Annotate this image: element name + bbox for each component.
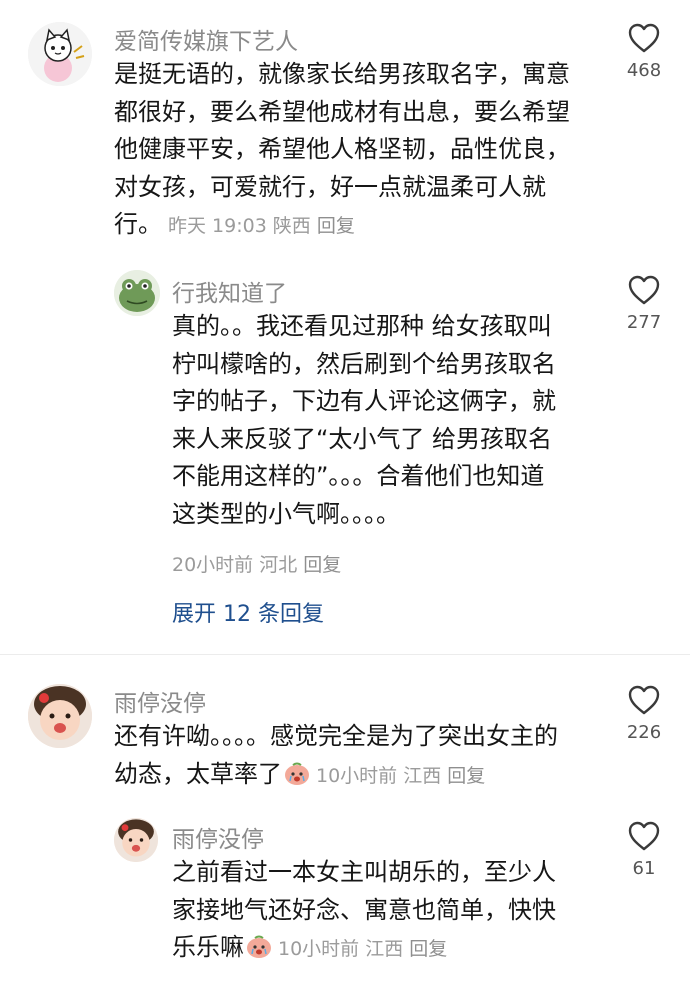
comment-text-line-last: 幼态，太草率了 10小时前 江西 回复 (114, 756, 558, 796)
divider (0, 654, 690, 655)
comment-time: 10小时前 (278, 938, 360, 960)
like-count: 277 (626, 312, 662, 333)
expand-replies-link[interactable]: 展开 12 条回复 (172, 596, 324, 628)
comment-text-tail: 乐乐嘛 (172, 933, 244, 961)
heart-outline-icon (628, 275, 660, 305)
comment-text-line: 这类型的小气啊。。。。 (172, 499, 400, 528)
like-count: 468 (626, 60, 662, 81)
comment-time: 10小时前 (316, 764, 398, 787)
comment-author[interactable]: 雨停没停 (114, 684, 206, 718)
reply-comment-2: 雨停没停 之前看过一本女主叫胡乐的，至少人 家接地气还好念、寓意也简单，快快 乐… (0, 812, 690, 983)
comment-text: 还有许呦。。。。感觉完全是为了突出女主的 幼态，太草率了 10小时前 江西 回复 (114, 718, 558, 795)
comment-text-line: 之前看过一本女主叫胡乐的，至少人 (172, 858, 556, 886)
like-count: 226 (626, 722, 662, 743)
comment-text-line-last: 行。 昨天 19:03 陕西 回复 (114, 206, 570, 246)
comment-text-line: 不能用这样的”。。。合着他们也知道 (172, 462, 545, 490)
like-count: 61 (632, 858, 656, 879)
comment-location: 河北 (259, 554, 298, 576)
comment-text-line: 柠叫檬啥的，然后刷到个给男孩取名 (172, 349, 556, 378)
girl-avatar-icon (114, 818, 158, 862)
like-button[interactable]: 468 (614, 22, 674, 81)
crying-face-emoji-icon (284, 760, 310, 785)
comment-text: 之前看过一本女主叫胡乐的，至少人 家接地气还好念、寓意也简单，快快 乐乐嘛 10小… (172, 854, 556, 969)
comment-text-line: 字的帖子，下边有人评论这俩字，就 (172, 387, 556, 415)
comment-meta: 20小时前 河北 回复 (172, 550, 341, 577)
comment-text-line: 还有许呦。。。。感觉完全是为了突出女主的 (114, 722, 558, 750)
avatar-cat[interactable] (28, 22, 92, 86)
comment-text-line-last: 乐乐嘛 10小时前 江西 回复 (172, 929, 556, 969)
comment-location: 陕西 (272, 215, 311, 237)
reply-button[interactable]: 回复 (447, 765, 485, 787)
frog-avatar-icon (114, 270, 160, 316)
crying-face-emoji-icon (246, 933, 272, 958)
comment-text: 是挺无语的，就像家长给男孩取名字，寓意 都很好，要么希望他成材有出息，要么希望 … (114, 56, 570, 246)
comment-text-line: 对女孩，可爱就行，好一点就温柔可人就 (114, 172, 546, 201)
comment-text-line: 家接地气还好念、寓意也简单，快快 (172, 895, 556, 924)
comment-text: 真的。。我还看见过那种 给女孩取叫 柠叫檬啥的，然后刷到个给男孩取名 字的帖子，… (172, 308, 556, 533)
avatar-frog[interactable] (114, 270, 160, 316)
comment-text-line: 都很好，要么希望他成材有出息，要么希望 (114, 97, 570, 126)
like-button[interactable]: 61 (614, 820, 674, 879)
comment-text-line: 是挺无语的，就像家长给男孩取名字，寓意 (114, 60, 570, 88)
avatar-girl[interactable] (28, 684, 92, 748)
comment-text-tail: 行。 (114, 210, 162, 238)
comment-1: 爱简传媒旗下艺人 是挺无语的，就像家长给男孩取名字，寓意 都很好，要么希望他成材… (0, 0, 690, 260)
heart-outline-icon (628, 23, 660, 53)
girl-avatar-icon (28, 684, 92, 748)
comment-time: 昨天 19:03 (168, 215, 267, 237)
comment-2: 雨停没停 还有许呦。。。。感觉完全是为了突出女主的 幼态，太草率了 10小时前 江西… (0, 672, 690, 812)
comment-author[interactable]: 行我知道了 (172, 274, 287, 308)
comment-meta: 10小时前 江西 回复 (278, 938, 447, 960)
comment-text-line: 他健康平安，希望他人格坚韧，品性优良， (114, 135, 570, 163)
heart-outline-icon (628, 821, 660, 851)
comment-time: 20小时前 (172, 554, 254, 576)
comment-location: 江西 (403, 764, 442, 787)
heart-outline-icon (628, 685, 660, 715)
reply-button[interactable]: 回复 (409, 938, 447, 960)
comment-text-line: 真的。。我还看见过那种 给女孩取叫 (172, 312, 552, 340)
avatar-girl[interactable] (114, 818, 158, 862)
reply-comment-1: 行我知道了 真的。。我还看见过那种 给女孩取叫 柠叫檬啥的，然后刷到个给男孩取名… (0, 262, 690, 642)
comment-author[interactable]: 雨停没停 (172, 820, 264, 854)
reply-button[interactable]: 回复 (303, 554, 341, 576)
comment-text-line: 来人来反驳了“太小气了 给男孩取名 (172, 424, 553, 453)
comment-meta: 10小时前 江西 回复 (316, 765, 485, 787)
like-button[interactable]: 226 (614, 684, 674, 743)
comment-meta: 昨天 19:03 陕西 回复 (168, 215, 355, 237)
like-button[interactable]: 277 (614, 274, 674, 333)
comment-author[interactable]: 爱简传媒旗下艺人 (114, 22, 298, 56)
comment-location: 江西 (365, 938, 404, 960)
cat-avatar-icon (28, 22, 92, 86)
reply-button[interactable]: 回复 (317, 215, 355, 237)
comment-text-tail: 幼态，太草率了 (114, 759, 282, 788)
